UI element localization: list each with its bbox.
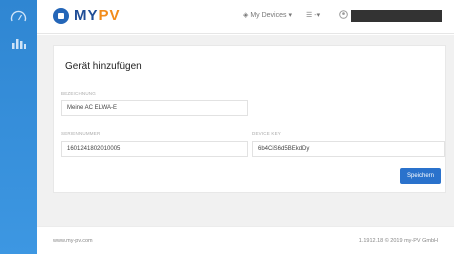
logo-mark — [53, 8, 69, 24]
my-devices-menu[interactable]: ◈ My Devices ▾ — [243, 11, 292, 19]
footer-version: 1.1912.18 © 2019 my-PV GmbH — [358, 238, 438, 244]
chevron-down-icon: ▾ — [286, 12, 292, 19]
chevron-down-icon: ▾ — [316, 12, 321, 19]
user-name-redacted[interactable] — [351, 10, 442, 22]
my-devices-label: My Devices — [250, 12, 287, 19]
bar-chart-icon[interactable] — [10, 36, 27, 50]
logo-pv-text: PV — [98, 7, 121, 24]
save-button[interactable]: Speichern — [400, 168, 441, 184]
gauge-icon[interactable] — [10, 9, 27, 23]
device-key-input[interactable]: 6b4CiS6d5BEkdDy — [252, 141, 445, 157]
user-icon[interactable] — [339, 10, 348, 19]
logo-my-text: MY — [74, 7, 99, 24]
footer-website-link[interactable]: www.my-pv.com — [53, 238, 93, 244]
device-key-label: DEVICE KEY — [252, 131, 282, 136]
serial-label: SERIENNUMMER — [61, 131, 101, 136]
add-device-card: Gerät hinzufügen BEZEICHNUNG Meine AC EL… — [53, 45, 446, 193]
serial-input[interactable]: 1601241802010005 — [61, 141, 248, 157]
name-label: BEZEICHNUNG — [61, 91, 96, 96]
top-header: MYPV ◈ My Devices ▾ ☰ -▾ — [37, 0, 454, 34]
menu-dropdown[interactable]: ☰ -▾ — [306, 11, 320, 19]
menu-label: ☰ - — [306, 12, 317, 19]
card-title: Gerät hinzufügen — [65, 61, 142, 72]
logo[interactable]: MYPV — [74, 7, 121, 24]
main-content: Gerät hinzufügen BEZEICHNUNG Meine AC EL… — [37, 35, 454, 226]
sidebar — [0, 0, 37, 254]
name-input[interactable]: Meine AC ELWA-E — [61, 100, 248, 116]
footer: www.my-pv.com 1.1912.18 © 2019 my-PV Gmb… — [37, 226, 454, 254]
